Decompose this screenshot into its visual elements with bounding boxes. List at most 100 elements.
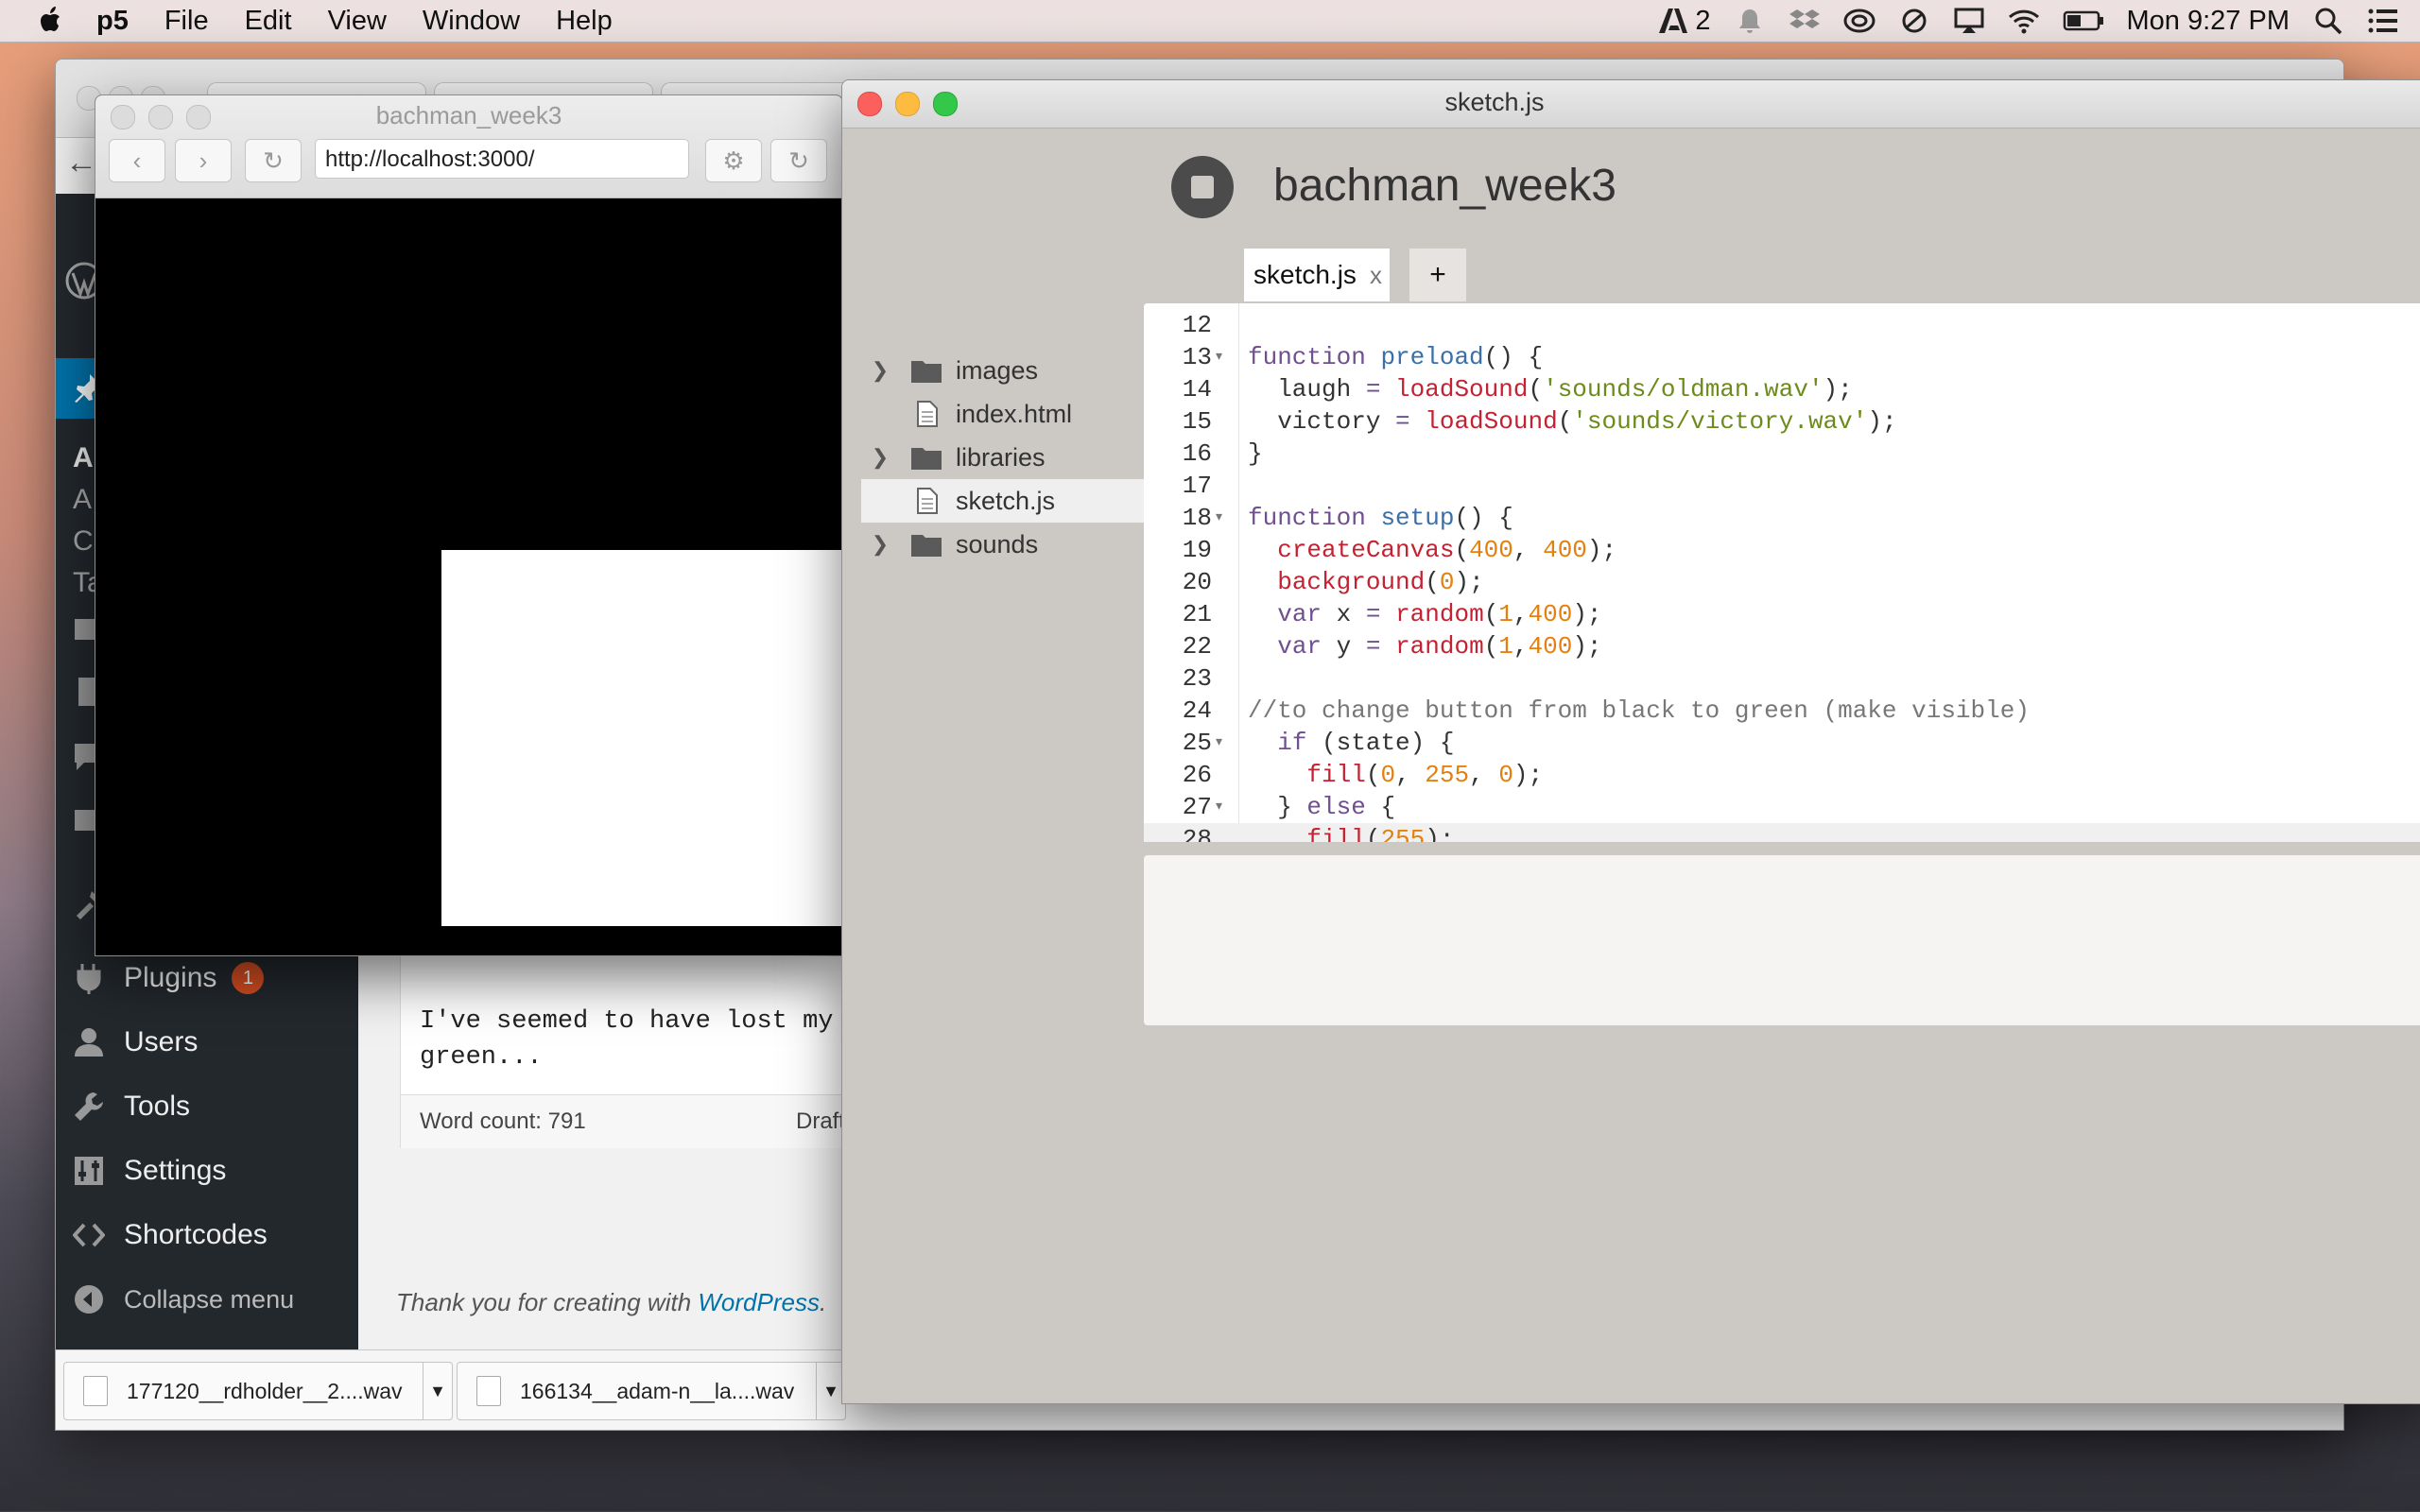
- fold-arrow-icon[interactable]: ▾: [1216, 727, 1233, 759]
- sync-circle-icon[interactable]: [1898, 7, 1930, 35]
- code-line[interactable]: 20 background(0);: [1144, 566, 2420, 598]
- code-token: (: [1365, 761, 1381, 789]
- code-line[interactable]: 12: [1144, 309, 2420, 341]
- code-token: }: [1248, 439, 1263, 468]
- fold-arrow-icon[interactable]: ▾: [1216, 791, 1233, 823]
- adobe-status-item[interactable]: 2: [1657, 6, 1711, 37]
- code-token: ,: [1512, 600, 1529, 628]
- code-line[interactable]: 18 ▾ function setup() {: [1144, 502, 2420, 534]
- fold-arrow-icon[interactable]: ▾: [1216, 341, 1233, 373]
- code-line[interactable]: 27 ▾ } else {: [1144, 791, 2420, 823]
- wp-menu-shortcodes-label: Shortcodes: [124, 1219, 268, 1250]
- sketch-canvas[interactable]: [95, 198, 842, 955]
- code-token: 255: [1425, 761, 1470, 789]
- wp-menu-tools[interactable]: Tools: [73, 1086, 190, 1127]
- menu-file[interactable]: File: [164, 6, 209, 37]
- audio-file-icon: [83, 1376, 108, 1406]
- dropbox-icon[interactable]: [1789, 7, 1821, 35]
- preview-back-button[interactable]: ‹: [109, 139, 165, 182]
- code-line[interactable]: 19 createCanvas(400, 400);: [1144, 534, 2420, 566]
- code-line[interactable]: 22 var y = random(1,400);: [1144, 630, 2420, 662]
- code-line[interactable]: 28 fill(255);: [1144, 823, 2420, 842]
- code-text: fill(255);: [1248, 823, 1454, 842]
- console-panel[interactable]: [1144, 855, 2420, 1025]
- wp-menu-users[interactable]: Users: [73, 1022, 198, 1063]
- code-line[interactable]: 25 ▾ if (state) {: [1144, 727, 2420, 759]
- code-token: ,: [1512, 536, 1544, 564]
- notification-bell-icon[interactable]: [1734, 7, 1766, 35]
- expand-arrow-icon[interactable]: ❯: [861, 445, 899, 470]
- code-token: function: [1248, 343, 1381, 371]
- wp-menu-shortcodes[interactable]: Shortcodes: [73, 1214, 268, 1256]
- code-text: }: [1248, 438, 1263, 470]
- code-text: victory = loadSound('sounds/victory.wav'…: [1248, 405, 1897, 438]
- code-line[interactable]: 24 //to change button from black to green…: [1144, 695, 2420, 727]
- wordpress-link[interactable]: WordPress: [698, 1288, 820, 1316]
- code-token: var: [1277, 600, 1322, 628]
- wp-editor-text[interactable]: I've seemed to have lost my c green...: [420, 1004, 864, 1075]
- wp-sidebar-letter[interactable]: C: [73, 521, 94, 562]
- expand-arrow-icon[interactable]: ❯: [861, 532, 899, 557]
- wp-sidebar-letter[interactable]: A: [73, 479, 92, 521]
- creative-cloud-icon[interactable]: [1843, 7, 1876, 35]
- preview-forward-button[interactable]: ›: [175, 139, 232, 182]
- tree-folder-sounds[interactable]: ❯ sounds: [861, 523, 1164, 566]
- code-line[interactable]: 21 var x = random(1,400);: [1144, 598, 2420, 630]
- code-line[interactable]: 17: [1144, 470, 2420, 502]
- preview-reload-button[interactable]: ↻: [245, 139, 302, 182]
- tree-file-sketch-js[interactable]: sketch.js: [861, 479, 1164, 523]
- download-item[interactable]: 177120__rdholder__2....wav ▼: [63, 1362, 453, 1420]
- tab-label: sketch.js: [1253, 260, 1357, 289]
- code-token: ,: [1512, 632, 1529, 661]
- download-menu-caret-icon[interactable]: ▼: [423, 1363, 452, 1419]
- code-token: else: [1306, 793, 1366, 821]
- tab-sketch-js[interactable]: sketch.js x: [1244, 249, 1390, 301]
- code-token: );: [1867, 407, 1897, 436]
- tab-close-icon[interactable]: x: [1370, 261, 1382, 290]
- wp-menu-users-label: Users: [124, 1026, 199, 1057]
- preview-url-field[interactable]: http://localhost:3000/: [315, 139, 689, 179]
- menu-app-name[interactable]: p5: [96, 6, 129, 37]
- code-line[interactable]: 23: [1144, 662, 2420, 695]
- preview-settings-gear-icon[interactable]: ⚙: [705, 139, 762, 182]
- tree-item-label: libraries: [956, 442, 1046, 472]
- wp-menu-settings[interactable]: Settings: [73, 1150, 226, 1192]
- code-editor[interactable]: 12 13 ▾ function preload() {14 laugh = load…: [1144, 303, 2420, 842]
- tree-folder-libraries[interactable]: ❯ libraries: [861, 436, 1164, 479]
- code-token: (: [1425, 568, 1440, 596]
- add-tab-button[interactable]: +: [1409, 249, 1466, 301]
- apple-menu-icon[interactable]: [38, 6, 64, 36]
- wifi-icon[interactable]: [2008, 7, 2040, 35]
- fold-arrow-icon[interactable]: ▾: [1216, 502, 1233, 534]
- code-lines: 12 13 ▾ function preload() {14 laugh = load…: [1144, 309, 2420, 842]
- wp-menu-plugins[interactable]: Plugins 1: [73, 957, 265, 999]
- battery-icon[interactable]: [2063, 7, 2104, 35]
- stop-run-button[interactable]: [1171, 156, 1234, 218]
- menubar-clock[interactable]: Mon 9:27 PM: [2127, 6, 2290, 37]
- menu-edit[interactable]: Edit: [245, 6, 292, 37]
- wp-collapse-menu[interactable]: Collapse menu: [73, 1279, 294, 1320]
- code-token: ,: [1469, 761, 1499, 789]
- airplay-icon[interactable]: [1953, 7, 1985, 35]
- code-line[interactable]: 14 laugh = loadSound('sounds/oldman.wav'…: [1144, 373, 2420, 405]
- menu-view[interactable]: View: [328, 6, 387, 37]
- code-token: preload: [1380, 343, 1484, 371]
- code-line[interactable]: 26 fill(0, 255, 0);: [1144, 759, 2420, 791]
- code-token: 400: [1543, 536, 1587, 564]
- expand-arrow-icon[interactable]: ❯: [861, 358, 899, 383]
- spotlight-search-icon[interactable]: [2312, 7, 2344, 35]
- preview-refresh-icon[interactable]: ↻: [770, 139, 827, 182]
- code-line[interactable]: 15 victory = loadSound('sounds/victory.w…: [1144, 405, 2420, 438]
- tree-file-index-html[interactable]: index.html: [861, 392, 1164, 436]
- tree-folder-images[interactable]: ❯ images: [861, 349, 1164, 392]
- download-item[interactable]: 166134__adam-n__la....wav ▼: [457, 1362, 846, 1420]
- notification-center-icon[interactable]: [2367, 7, 2399, 35]
- menu-window[interactable]: Window: [423, 6, 520, 37]
- menu-help[interactable]: Help: [556, 6, 613, 37]
- wp-sidebar-letter[interactable]: A: [73, 438, 94, 479]
- code-line[interactable]: 16}: [1144, 438, 2420, 470]
- code-token: () {: [1483, 343, 1544, 371]
- code-line[interactable]: 13 ▾ function preload() {: [1144, 341, 2420, 373]
